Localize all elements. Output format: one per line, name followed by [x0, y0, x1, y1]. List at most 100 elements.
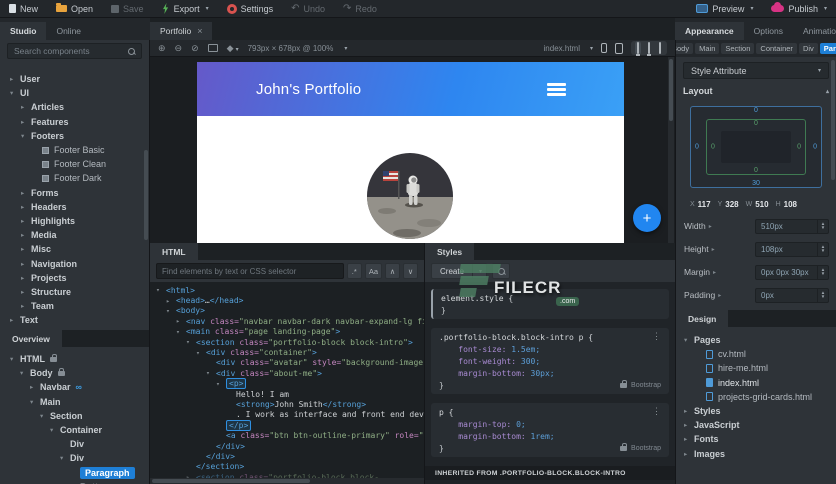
component-tree-item[interactable]: ▸ Text: [0, 313, 149, 327]
padding-input[interactable]: 0px ▲ ▼: [755, 287, 829, 303]
height-stepper[interactable]: ▲ ▼: [817, 242, 828, 256]
component-tree-item[interactable]: ▸ Projects: [0, 271, 149, 285]
component-tree-item[interactable]: ▸ Features: [0, 115, 149, 129]
html-tree-line[interactable]: <a class= "btn btn-outline-primary" role=…: [150, 430, 424, 440]
html-tree-line[interactable]: ▸ <nav class= "navbar navbar-dark navbar-e…: [150, 316, 424, 326]
tab-studio[interactable]: Studio: [0, 22, 47, 40]
design-item-styles[interactable]: ▸ Styles: [676, 404, 836, 418]
page-select-dropdown[interactable]: index.html: [544, 44, 580, 53]
design-page-projects[interactable]: projects-grid-cards.html: [676, 390, 836, 404]
design-page-index-active[interactable]: index.html: [676, 376, 836, 390]
canvas-scrollbar-thumb[interactable]: [669, 59, 673, 121]
page-title[interactable]: John's Portfolio: [256, 81, 361, 98]
open-button[interactable]: Open: [47, 0, 102, 17]
find-elements-input[interactable]: [162, 266, 338, 276]
overview-item-navbar[interactable]: ▸ Navbar ∞: [0, 380, 149, 394]
component-tree-item[interactable]: ▸ Team: [0, 299, 149, 313]
padding-bottom-value[interactable]: 0: [754, 167, 758, 174]
component-tree-item[interactable]: ▸ Articles: [0, 100, 149, 114]
box-model-padding-box[interactable]: 0 0 0 0: [706, 119, 806, 175]
height-input[interactable]: 108px ▲ ▼: [755, 241, 829, 257]
overview-item-html[interactable]: ▾ HTML: [0, 352, 149, 366]
css-line[interactable]: margin-bottom: 1rem;: [431, 430, 669, 442]
html-tree-line[interactable]: ▸ <head>… </head>: [150, 295, 424, 305]
design-page-cv[interactable]: cv.html: [676, 347, 836, 361]
css-line[interactable]: } Bootstrap: [431, 379, 669, 394]
breadcrumb-container[interactable]: Container: [756, 43, 797, 54]
preview-button[interactable]: Preview ▾: [687, 0, 762, 17]
tab-options[interactable]: Options: [744, 22, 793, 40]
tab-overview[interactable]: Overview: [0, 330, 62, 347]
html-tree-line[interactable]: Hello! I am: [150, 389, 424, 399]
overview-item-main[interactable]: ▾ Main: [0, 395, 149, 409]
create-style-button[interactable]: Create ▾: [431, 263, 488, 279]
margin-bottom-value[interactable]: 30: [752, 180, 760, 187]
component-tree-item[interactable]: ▸ Structure: [0, 285, 149, 299]
regex-toggle-button[interactable]: .*: [346, 263, 362, 279]
styles-search-button[interactable]: [492, 263, 511, 279]
component-tree-item[interactable]: Footer Clean: [0, 157, 149, 171]
html-tree-line[interactable]: ▾ <section class= "portfolio-block block-i…: [150, 337, 424, 347]
avatar[interactable]: [367, 153, 453, 239]
chevron-right-icon[interactable]: ▸: [712, 246, 715, 253]
html-line-p-close-selected[interactable]: </p>: [150, 419, 424, 431]
component-search-input[interactable]: [14, 46, 128, 56]
component-tree-item[interactable]: ▾ Footers: [0, 129, 149, 143]
html-tree-line[interactable]: ▾ <div class= "about-me" >: [150, 368, 424, 378]
html-scrollbar-thumb[interactable]: [152, 479, 310, 483]
css-line[interactable]: p {⋮: [431, 403, 669, 418]
export-button[interactable]: Export ▾: [153, 0, 218, 17]
chevron-right-icon[interactable]: ▸: [709, 223, 712, 230]
create-dropdown[interactable]: ▾: [473, 263, 488, 279]
component-tree-item[interactable]: ▸ Headers: [0, 200, 149, 214]
overview-item-paragraph-selected[interactable]: Paragraph: [0, 466, 149, 480]
close-icon[interactable]: ×: [197, 26, 202, 36]
page-navbar[interactable]: John's Portfolio: [197, 62, 624, 116]
design-item-images[interactable]: ▸ Images: [676, 447, 836, 461]
component-tree-item[interactable]: Footer Basic: [0, 143, 149, 157]
zoom-out-icon[interactable]: ⊖: [175, 43, 183, 54]
html-tree-line[interactable]: . I work as interface and front end deve…: [150, 410, 424, 420]
breadcrumb-main[interactable]: Main: [695, 43, 720, 54]
component-tree-item[interactable]: ▸ Media: [0, 228, 149, 242]
width-input[interactable]: 510px ▲ ▼: [755, 218, 829, 234]
chevron-right-icon[interactable]: ▸: [718, 292, 721, 299]
design-item-javascript[interactable]: ▸ JavaScript: [676, 418, 836, 432]
disable-overlay-icon[interactable]: ⊘: [191, 43, 199, 54]
match-case-button[interactable]: Aa: [364, 263, 382, 279]
css-line[interactable]: } Bootstrap: [431, 442, 669, 457]
component-tree-item[interactable]: Footer Dark: [0, 171, 149, 185]
html-tree-line[interactable]: </div>: [150, 441, 424, 451]
html-line-p-selected[interactable]: ▾ <p>: [150, 378, 424, 390]
html-tree-line[interactable]: ▾ <html>: [150, 285, 424, 295]
width-stepper[interactable]: ▲ ▼: [817, 219, 828, 233]
css-line[interactable]: .portfolio-block.block-intro p {⋮: [431, 328, 669, 343]
device-laptop-small-active[interactable]: [635, 41, 641, 55]
add-component-button[interactable]: +: [633, 204, 661, 232]
overview-item-section[interactable]: ▾ Section: [0, 409, 149, 423]
css-line[interactable]: element.style {: [431, 289, 669, 304]
page-preview[interactable]: John's Portfolio: [197, 62, 624, 243]
breadcrumb-body[interactable]: Body: [676, 43, 694, 54]
find-previous-button[interactable]: ∧: [385, 263, 400, 279]
css-line[interactable]: font-weight: 300;: [431, 355, 669, 367]
margin-left-value[interactable]: 0: [695, 144, 699, 151]
layers-icon[interactable]: ◆ ▾: [227, 43, 239, 54]
style-attribute-dropdown[interactable]: Style Attribute ▾: [683, 62, 829, 79]
component-tree-item[interactable]: ▸ Navigation: [0, 256, 149, 270]
canvas-dimensions-label[interactable]: 793px × 678px @ 100%: [248, 44, 334, 53]
padding-stepper[interactable]: ▲ ▼: [817, 288, 828, 302]
breadcrumb-section[interactable]: Section: [721, 43, 755, 54]
css-line[interactable]: margin-top: 0;: [431, 418, 669, 430]
html-tree-line[interactable]: </section>: [150, 462, 424, 472]
css-line[interactable]: }: [431, 304, 669, 319]
search-icon[interactable]: [128, 47, 135, 55]
css-line[interactable]: margin-bottom: 30px;: [431, 367, 669, 379]
design-page-hire-me[interactable]: hire-me.html: [676, 361, 836, 375]
overview-item-container[interactable]: ▾ Container: [0, 423, 149, 437]
overview-item-body[interactable]: ▾ Body: [0, 366, 149, 380]
overview-item-button[interactable]: Button: [0, 480, 149, 484]
undo-button[interactable]: ↶ Undo: [282, 0, 334, 17]
html-tree-line[interactable]: </div>: [150, 451, 424, 461]
margin-top-value[interactable]: 0: [754, 107, 758, 114]
